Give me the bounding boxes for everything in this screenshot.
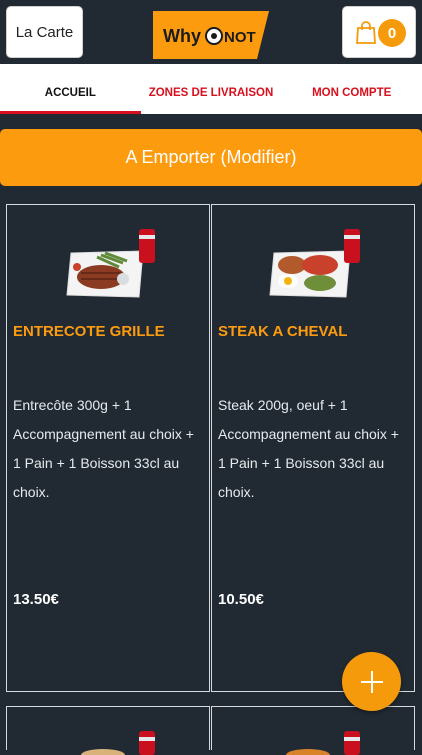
product-price: 10.50€ bbox=[218, 591, 264, 608]
product-name: ENTRECOTE GRILLE bbox=[13, 323, 165, 340]
steak-dish-with-cola-image bbox=[66, 229, 155, 298]
product-description: Entrecôte 300g + 1 Accompagnement au cho… bbox=[13, 397, 194, 500]
product-card-entrecote[interactable]: ENTRECOTE GRILLE Entrecôte 300g + 1 Acco… bbox=[6, 204, 210, 692]
dish-with-cola-image bbox=[286, 731, 360, 755]
tab-zones-de-livraison[interactable]: ZONES DE LIVRAISON bbox=[141, 64, 282, 114]
plus-icon bbox=[360, 670, 383, 693]
product-price: 13.50€ bbox=[13, 591, 59, 608]
product-description: Steak 200g, oeuf + 1 Accompagnement au c… bbox=[218, 397, 399, 500]
steak-egg-dish-with-cola-image bbox=[269, 229, 360, 298]
whynot-logo[interactable]: Why NOT bbox=[151, 9, 269, 59]
product-card-partial-2[interactable] bbox=[211, 706, 415, 755]
add-button[interactable] bbox=[342, 652, 401, 711]
shopping-bag-icon bbox=[356, 21, 376, 44]
la-carte-button[interactable]: La Carte bbox=[6, 6, 83, 58]
tab-mon-compte[interactable]: MON COMPTE bbox=[281, 64, 422, 114]
tab-accueil[interactable]: ACCUEIL bbox=[0, 64, 141, 114]
product-card-steak-a-cheval[interactable]: STEAK A CHEVAL Steak 200g, oeuf + 1 Acco… bbox=[211, 204, 415, 692]
cart-count-badge: 0 bbox=[378, 19, 406, 47]
product-name: STEAK A CHEVAL bbox=[218, 323, 348, 340]
dish-with-cola-image bbox=[81, 731, 155, 755]
cart-button[interactable]: 0 bbox=[342, 6, 416, 58]
svg-text:NOT: NOT bbox=[224, 29, 256, 46]
svg-text:Why: Why bbox=[163, 26, 201, 46]
app-header: La Carte Why NOT 0 bbox=[0, 0, 422, 64]
nav-tabs: ACCUEIL ZONES DE LIVRAISON MON COMPTE bbox=[0, 64, 422, 114]
product-card-partial-1[interactable] bbox=[6, 706, 210, 755]
order-mode-button[interactable]: A Emporter (Modifier) bbox=[0, 129, 422, 186]
